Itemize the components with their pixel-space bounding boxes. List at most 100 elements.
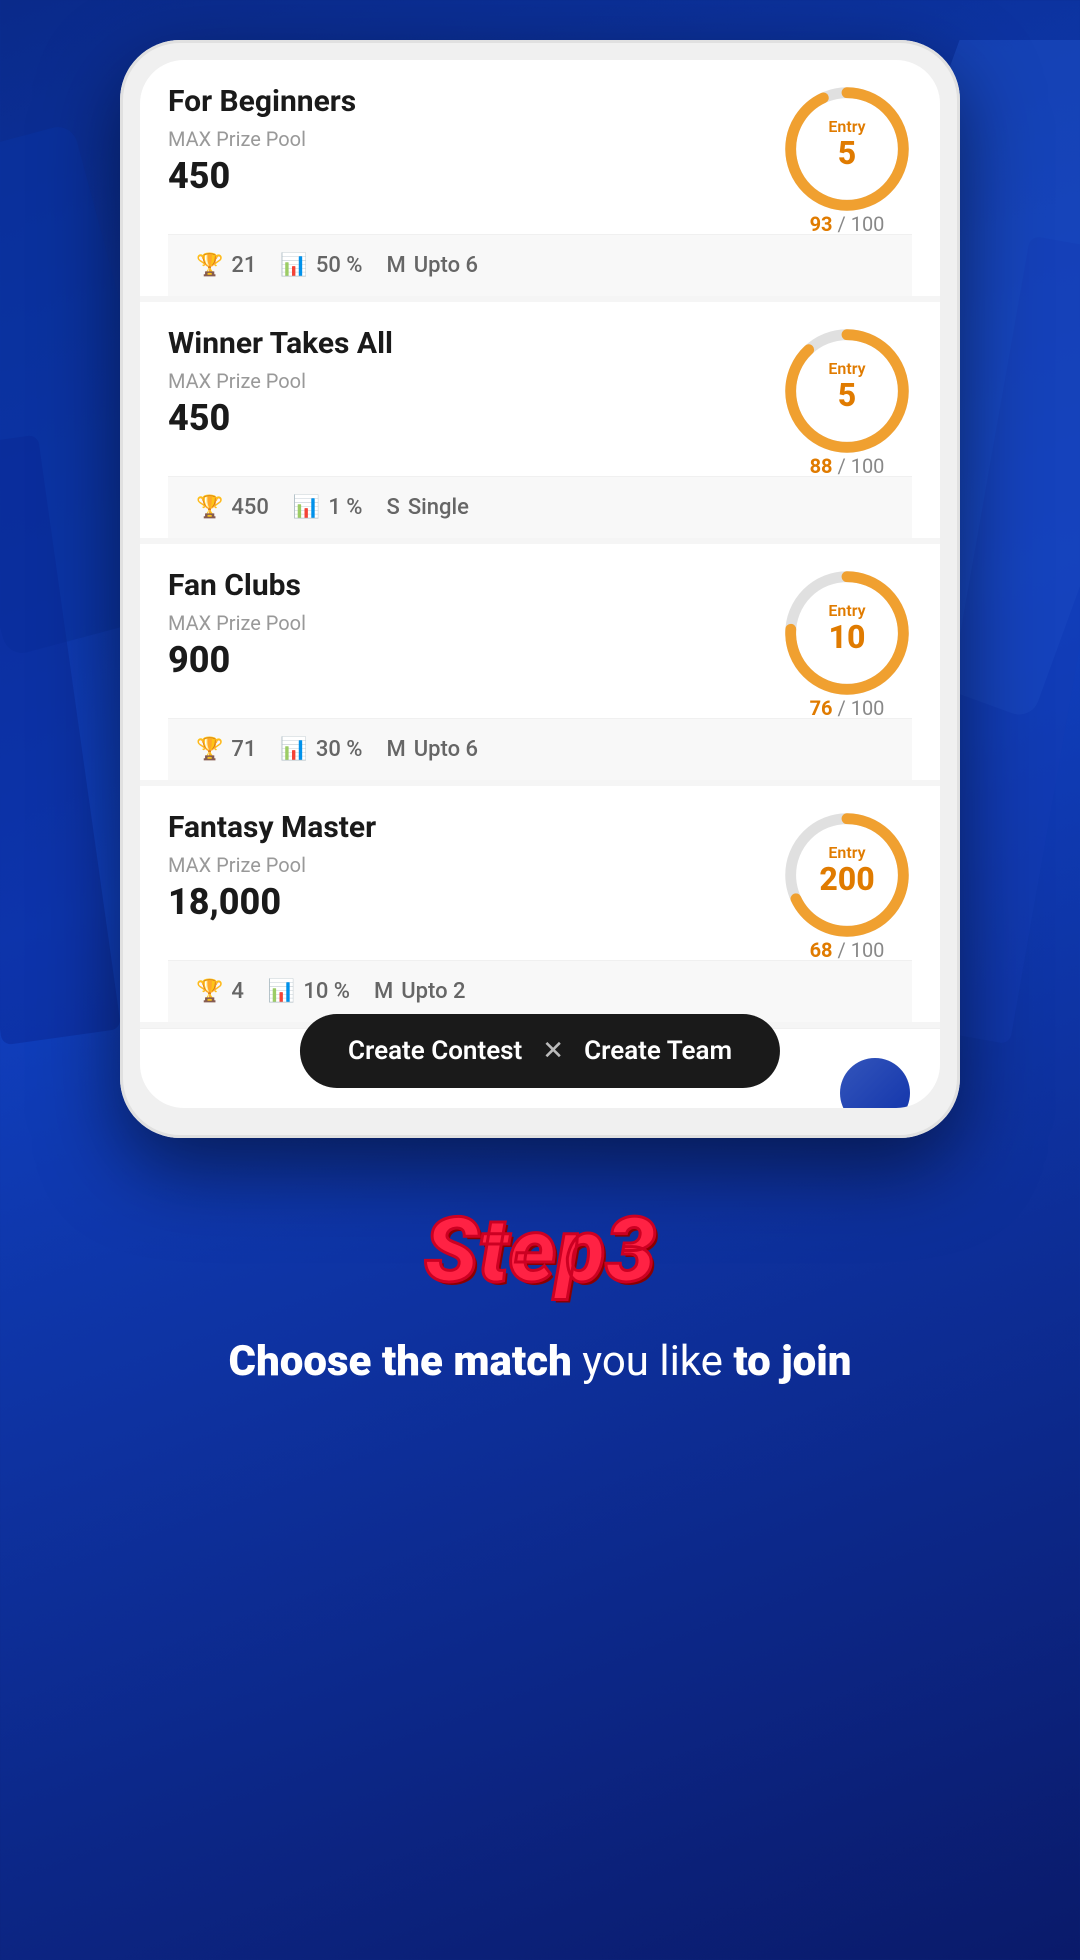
action-bar: Create Contest ✕ Create Team	[300, 1014, 780, 1088]
entry-amount: 200	[819, 863, 874, 895]
stat-icon-0: 🏆	[196, 979, 223, 1004]
stat-value-0: 450	[231, 495, 269, 520]
contest-info: Fan Clubs MAX Prize Pool 900	[168, 568, 306, 681]
entry-label: Entry	[828, 361, 865, 377]
stat-value-1: 50 %	[316, 253, 363, 278]
contest-stats: 🏆 71 📊 30 % M Upto 6	[168, 718, 912, 780]
entry-fraction: 68 / 100	[810, 938, 885, 962]
contest-card-fan-clubs[interactable]: Fan Clubs MAX Prize Pool 900 Entry 10 76…	[140, 544, 940, 780]
filled-count: 88	[810, 454, 833, 478]
stat-value-1: 10 %	[303, 979, 350, 1004]
stat-icon-1: 📊	[280, 737, 307, 762]
stat-item-0: 🏆 71	[196, 737, 256, 762]
stat-item-1: 📊 30 %	[280, 737, 362, 762]
subtitle-normal: you like	[582, 1337, 733, 1386]
contest-title: For Beginners	[168, 84, 356, 119]
stat-icon-0: 🏆	[196, 737, 223, 762]
entry-label: Entry	[828, 119, 865, 135]
stat-value-2: Upto 2	[401, 979, 465, 1004]
stat-icon-0: 🏆	[196, 495, 223, 520]
stat-value-0: 21	[231, 253, 256, 278]
stat-item-1: 📊 50 %	[280, 253, 362, 278]
contest-title: Winner Takes All	[168, 326, 393, 361]
contest-prize-value: 450	[168, 397, 393, 439]
contest-title: Fan Clubs	[168, 568, 306, 603]
bottom-section: Step3 Choose the match you like to join	[0, 1138, 1080, 1452]
contest-card-main: Fan Clubs MAX Prize Pool 900 Entry 10 76…	[168, 568, 912, 718]
create-team-button[interactable]: Create Team	[584, 1036, 732, 1066]
entry-circle: Entry 10 76 / 100	[782, 568, 912, 698]
stat-item-2: M Upto 2	[374, 979, 466, 1004]
stat-value-1: 30 %	[316, 737, 363, 762]
filled-count: 76	[810, 696, 833, 720]
contest-info: For Beginners MAX Prize Pool 450	[168, 84, 356, 197]
stat-icon-2: M	[387, 737, 406, 762]
entry-circle: Entry 5 88 / 100	[782, 326, 912, 456]
stat-icon-2: M	[374, 979, 393, 1004]
step-subtitle: Choose the match you like to join	[40, 1333, 1040, 1392]
subtitle-bold1: Choose the match	[229, 1337, 572, 1386]
contest-stats: 🏆 4 📊 10 % M Upto 2	[168, 960, 912, 1022]
stat-icon-2: M	[387, 253, 406, 278]
contest-card-main: Fantasy Master MAX Prize Pool 18,000 Ent…	[168, 810, 912, 960]
stat-value-2: Upto 6	[414, 253, 478, 278]
step-title: Step3	[40, 1198, 1040, 1303]
contest-prize-label: MAX Prize Pool	[168, 127, 356, 151]
contest-card-winner-takes-all[interactable]: Winner Takes All MAX Prize Pool 450 Entr…	[140, 302, 940, 538]
contest-info: Winner Takes All MAX Prize Pool 450	[168, 326, 393, 439]
partial-avatar	[840, 1058, 910, 1108]
entry-fraction: 76 / 100	[810, 696, 885, 720]
entry-amount: 5	[828, 137, 865, 169]
stat-item-2: M Upto 6	[387, 737, 479, 762]
phone-screen: For Beginners MAX Prize Pool 450 Entry 5…	[140, 60, 940, 1108]
stat-icon-0: 🏆	[196, 253, 223, 278]
contest-card-main: Winner Takes All MAX Prize Pool 450 Entr…	[168, 326, 912, 476]
contest-prize-label: MAX Prize Pool	[168, 369, 393, 393]
entry-circle-text: Entry 10	[828, 603, 865, 653]
create-contest-button[interactable]: Create Contest	[348, 1036, 522, 1066]
stat-value-1: 1 %	[328, 495, 362, 520]
phone-frame: For Beginners MAX Prize Pool 450 Entry 5…	[120, 40, 960, 1138]
contest-card-for-beginners[interactable]: For Beginners MAX Prize Pool 450 Entry 5…	[140, 60, 940, 296]
entry-label: Entry	[819, 845, 874, 861]
entry-circle-text: Entry 200	[819, 845, 874, 895]
entry-circle: Entry 5 93 / 100	[782, 84, 912, 214]
stat-icon-1: 📊	[293, 495, 320, 520]
entry-label: Entry	[828, 603, 865, 619]
entry-circle-text: Entry 5	[828, 361, 865, 411]
contest-prize-value: 450	[168, 155, 356, 197]
entry-circle-text: Entry 5	[828, 119, 865, 169]
stat-value-2: Upto 6	[414, 737, 478, 762]
stat-icon-2: S	[387, 495, 400, 520]
contest-prize-label: MAX Prize Pool	[168, 611, 306, 635]
action-divider: ✕	[542, 1036, 564, 1066]
contest-prize-value: 900	[168, 639, 306, 681]
filled-count: 68	[810, 938, 833, 962]
stat-value-2: Single	[408, 495, 469, 520]
stat-item-2: M Upto 6	[387, 253, 479, 278]
entry-fraction: 88 / 100	[810, 454, 885, 478]
contest-card-main: For Beginners MAX Prize Pool 450 Entry 5…	[168, 84, 912, 234]
subtitle-bold2: to join	[733, 1337, 851, 1386]
stat-value-0: 71	[231, 737, 256, 762]
stat-item-2: S Single	[387, 495, 469, 520]
contest-info: Fantasy Master MAX Prize Pool 18,000	[168, 810, 376, 923]
filled-count: 93	[810, 212, 833, 236]
contest-list: For Beginners MAX Prize Pool 450 Entry 5…	[140, 60, 940, 1022]
contest-title: Fantasy Master	[168, 810, 376, 845]
entry-circle: Entry 200 68 / 100	[782, 810, 912, 940]
entry-amount: 5	[828, 379, 865, 411]
stat-icon-1: 📊	[280, 253, 307, 278]
contest-card-fantasy-master[interactable]: Fantasy Master MAX Prize Pool 18,000 Ent…	[140, 786, 940, 1022]
contest-stats: 🏆 21 📊 50 % M Upto 6	[168, 234, 912, 296]
entry-amount: 10	[828, 621, 865, 653]
entry-fraction: 93 / 100	[810, 212, 885, 236]
stat-item-0: 🏆 450	[196, 495, 269, 520]
contest-prize-label: MAX Prize Pool	[168, 853, 376, 877]
stat-value-0: 4	[231, 979, 244, 1004]
stat-item-1: 📊 1 %	[293, 495, 363, 520]
contest-stats: 🏆 450 📊 1 % S Single	[168, 476, 912, 538]
stat-icon-1: 📊	[268, 979, 295, 1004]
stat-item-1: 📊 10 %	[268, 979, 350, 1004]
contest-prize-value: 18,000	[168, 881, 376, 923]
